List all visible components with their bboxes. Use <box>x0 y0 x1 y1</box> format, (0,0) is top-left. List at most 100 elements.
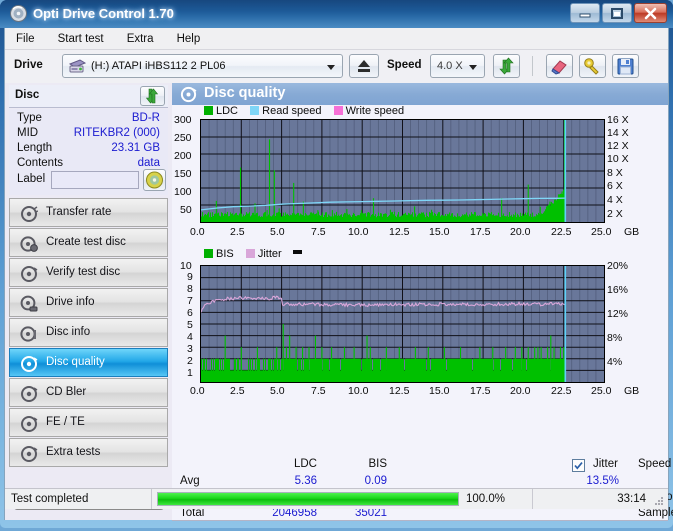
ytick-9: 9 <box>187 271 193 283</box>
legend-label-ldc: LDC <box>216 105 239 117</box>
save-icon <box>617 58 634 75</box>
legend-swatch-read-speed <box>250 106 260 115</box>
sidebar-item-drive-info[interactable]: Drive info <box>9 288 168 317</box>
disc-type-label: Type <box>17 112 42 124</box>
disc-label-button[interactable] <box>143 169 166 191</box>
drive-toolbar: Drive (H:) ATAPI iHBS112 2 PL06 Speed 4.… <box>5 50 668 83</box>
verify-test-disc-icon <box>21 266 38 282</box>
y2tick-12x: 12 X <box>607 140 629 152</box>
title-bar: Opti Drive Control 1.70 <box>0 0 673 28</box>
ytick-6: 6 <box>187 307 193 319</box>
disc-length-value: 23.31 GB <box>111 142 160 154</box>
disc-refresh-button[interactable] <box>140 86 165 106</box>
sidebar-item-fe-te[interactable]: FE / TE <box>9 408 168 437</box>
legend-label-write-speed: Write speed <box>345 105 405 117</box>
extra-tests-icon <box>21 446 38 462</box>
chart-legend-bottom: BIS Jitter <box>204 248 305 260</box>
bis-plot-svg <box>201 266 604 382</box>
ldc-plot-svg <box>201 120 604 222</box>
resize-grip-icon[interactable] <box>653 495 665 507</box>
disc-label-icon <box>146 171 163 189</box>
navigation-list: Transfer rate Create test disc Verify te… <box>9 198 168 468</box>
xtick-20: 20.0 <box>510 226 531 238</box>
ytick-250: 250 <box>174 132 192 144</box>
ytick-7: 7 <box>187 295 193 307</box>
progress-percent: 100.0% <box>466 493 506 505</box>
sidebar-item-verify-test-disc[interactable]: Verify test disc <box>9 258 168 287</box>
disc-quality-icon <box>180 86 197 103</box>
ytick-200: 200 <box>174 150 192 162</box>
window-title: Opti Drive Control 1.70 <box>33 6 174 21</box>
speed-stat-label: Speed <box>638 458 672 470</box>
ytick-1: 1 <box>187 367 193 379</box>
eject-button[interactable] <box>349 54 379 78</box>
refresh-icon <box>499 57 514 75</box>
disc-info-icon <box>20 326 36 342</box>
menu-start-test[interactable]: Start test <box>49 28 113 50</box>
legend-label-read-speed: Read speed <box>262 105 322 117</box>
sidebar-item-disc-info[interactable]: Disc info <box>9 318 168 347</box>
sidebar-item-transfer-rate[interactable]: Transfer rate <box>9 198 168 227</box>
sidebar-label: Transfer rate <box>46 206 112 218</box>
disc-label-label: Label <box>17 173 46 185</box>
avg-ldc: 5.36 <box>294 475 317 487</box>
sidebar-label: Disc quality <box>46 356 105 368</box>
close-button[interactable] <box>634 3 667 23</box>
sidebar-label: FE / TE <box>46 416 85 428</box>
ytick-50: 50 <box>180 204 192 216</box>
disc-length-label: Length <box>17 142 53 154</box>
clear-button[interactable] <box>546 54 573 78</box>
disc-label-input[interactable] <box>51 171 139 189</box>
xtick-10: 10.0 <box>348 226 369 238</box>
speed-select[interactable]: 4.0 X <box>430 54 485 78</box>
close-icon <box>644 7 657 20</box>
sidebar-item-disc-quality[interactable]: Disc quality <box>9 348 168 377</box>
panel-title: Disc quality <box>204 85 286 101</box>
minimize-button[interactable] <box>570 3 600 23</box>
application-window: Opti Drive Control 1.70 File Start test … <box>0 0 673 528</box>
disc-mid-value: RITEKBR2 (000) <box>73 127 160 139</box>
speed-label: Speed <box>387 59 422 71</box>
chart-legend-top: LDC Read speed Write speed <box>204 105 404 117</box>
y2tick-4x: 4 X <box>607 194 623 206</box>
sidebar-item-create-test-disc[interactable]: Create test disc <box>9 228 168 257</box>
ytick-8: 8 <box>187 283 193 295</box>
xtick-17.5: 17.5 <box>470 385 491 397</box>
xtick-25: 25.0 <box>591 226 612 238</box>
menu-help[interactable]: Help <box>168 28 210 50</box>
cd-bler-icon <box>21 386 38 402</box>
y2tick-16pct: 16% <box>607 284 629 296</box>
legend-swatch-write-speed <box>333 106 343 115</box>
ytick-100: 100 <box>174 186 192 198</box>
xtick-20: 20.0 <box>510 385 531 397</box>
refresh-button[interactable] <box>493 54 520 78</box>
row-label-avg: Avg <box>180 475 200 487</box>
menu-file[interactable]: File <box>7 28 44 50</box>
save-button[interactable] <box>612 54 639 78</box>
progress-bar <box>157 492 459 506</box>
transfer-rate-icon <box>21 206 38 222</box>
progress-fill <box>158 493 458 505</box>
y2tick-6x: 6 X <box>607 180 623 192</box>
y2tick-10x: 10 X <box>607 153 629 165</box>
legend-swatch-jitter <box>245 249 255 258</box>
xtick-7.5: 7.5 <box>311 226 326 238</box>
refresh-icon <box>145 88 159 104</box>
xaxis-unit: GB <box>624 226 640 238</box>
xtick-25: 25.0 <box>591 385 612 397</box>
drive-select[interactable]: (H:) ATAPI iHBS112 2 PL06 <box>62 54 343 78</box>
sidebar-item-extra-tests[interactable]: Extra tests <box>9 438 168 467</box>
status-divider <box>532 489 533 509</box>
ldc-read-speed-chart: LDC Read speed Write speed 300 250 200 1… <box>172 105 668 245</box>
menu-extra[interactable]: Extra <box>118 28 163 50</box>
jitter-checkbox[interactable] <box>572 459 585 472</box>
maximize-button[interactable] <box>602 3 632 23</box>
disc-header: Disc <box>9 85 168 108</box>
menu-bar: File Start test Extra Help <box>5 28 668 50</box>
y2tick-16x: 16 X <box>607 114 629 126</box>
settings-button[interactable] <box>579 54 606 78</box>
avg-jitter: 13.5% <box>586 475 619 487</box>
xtick-5: 5.0 <box>270 226 285 238</box>
sidebar-item-cd-bler[interactable]: CD Bler <box>9 378 168 407</box>
maximize-icon <box>611 8 623 19</box>
